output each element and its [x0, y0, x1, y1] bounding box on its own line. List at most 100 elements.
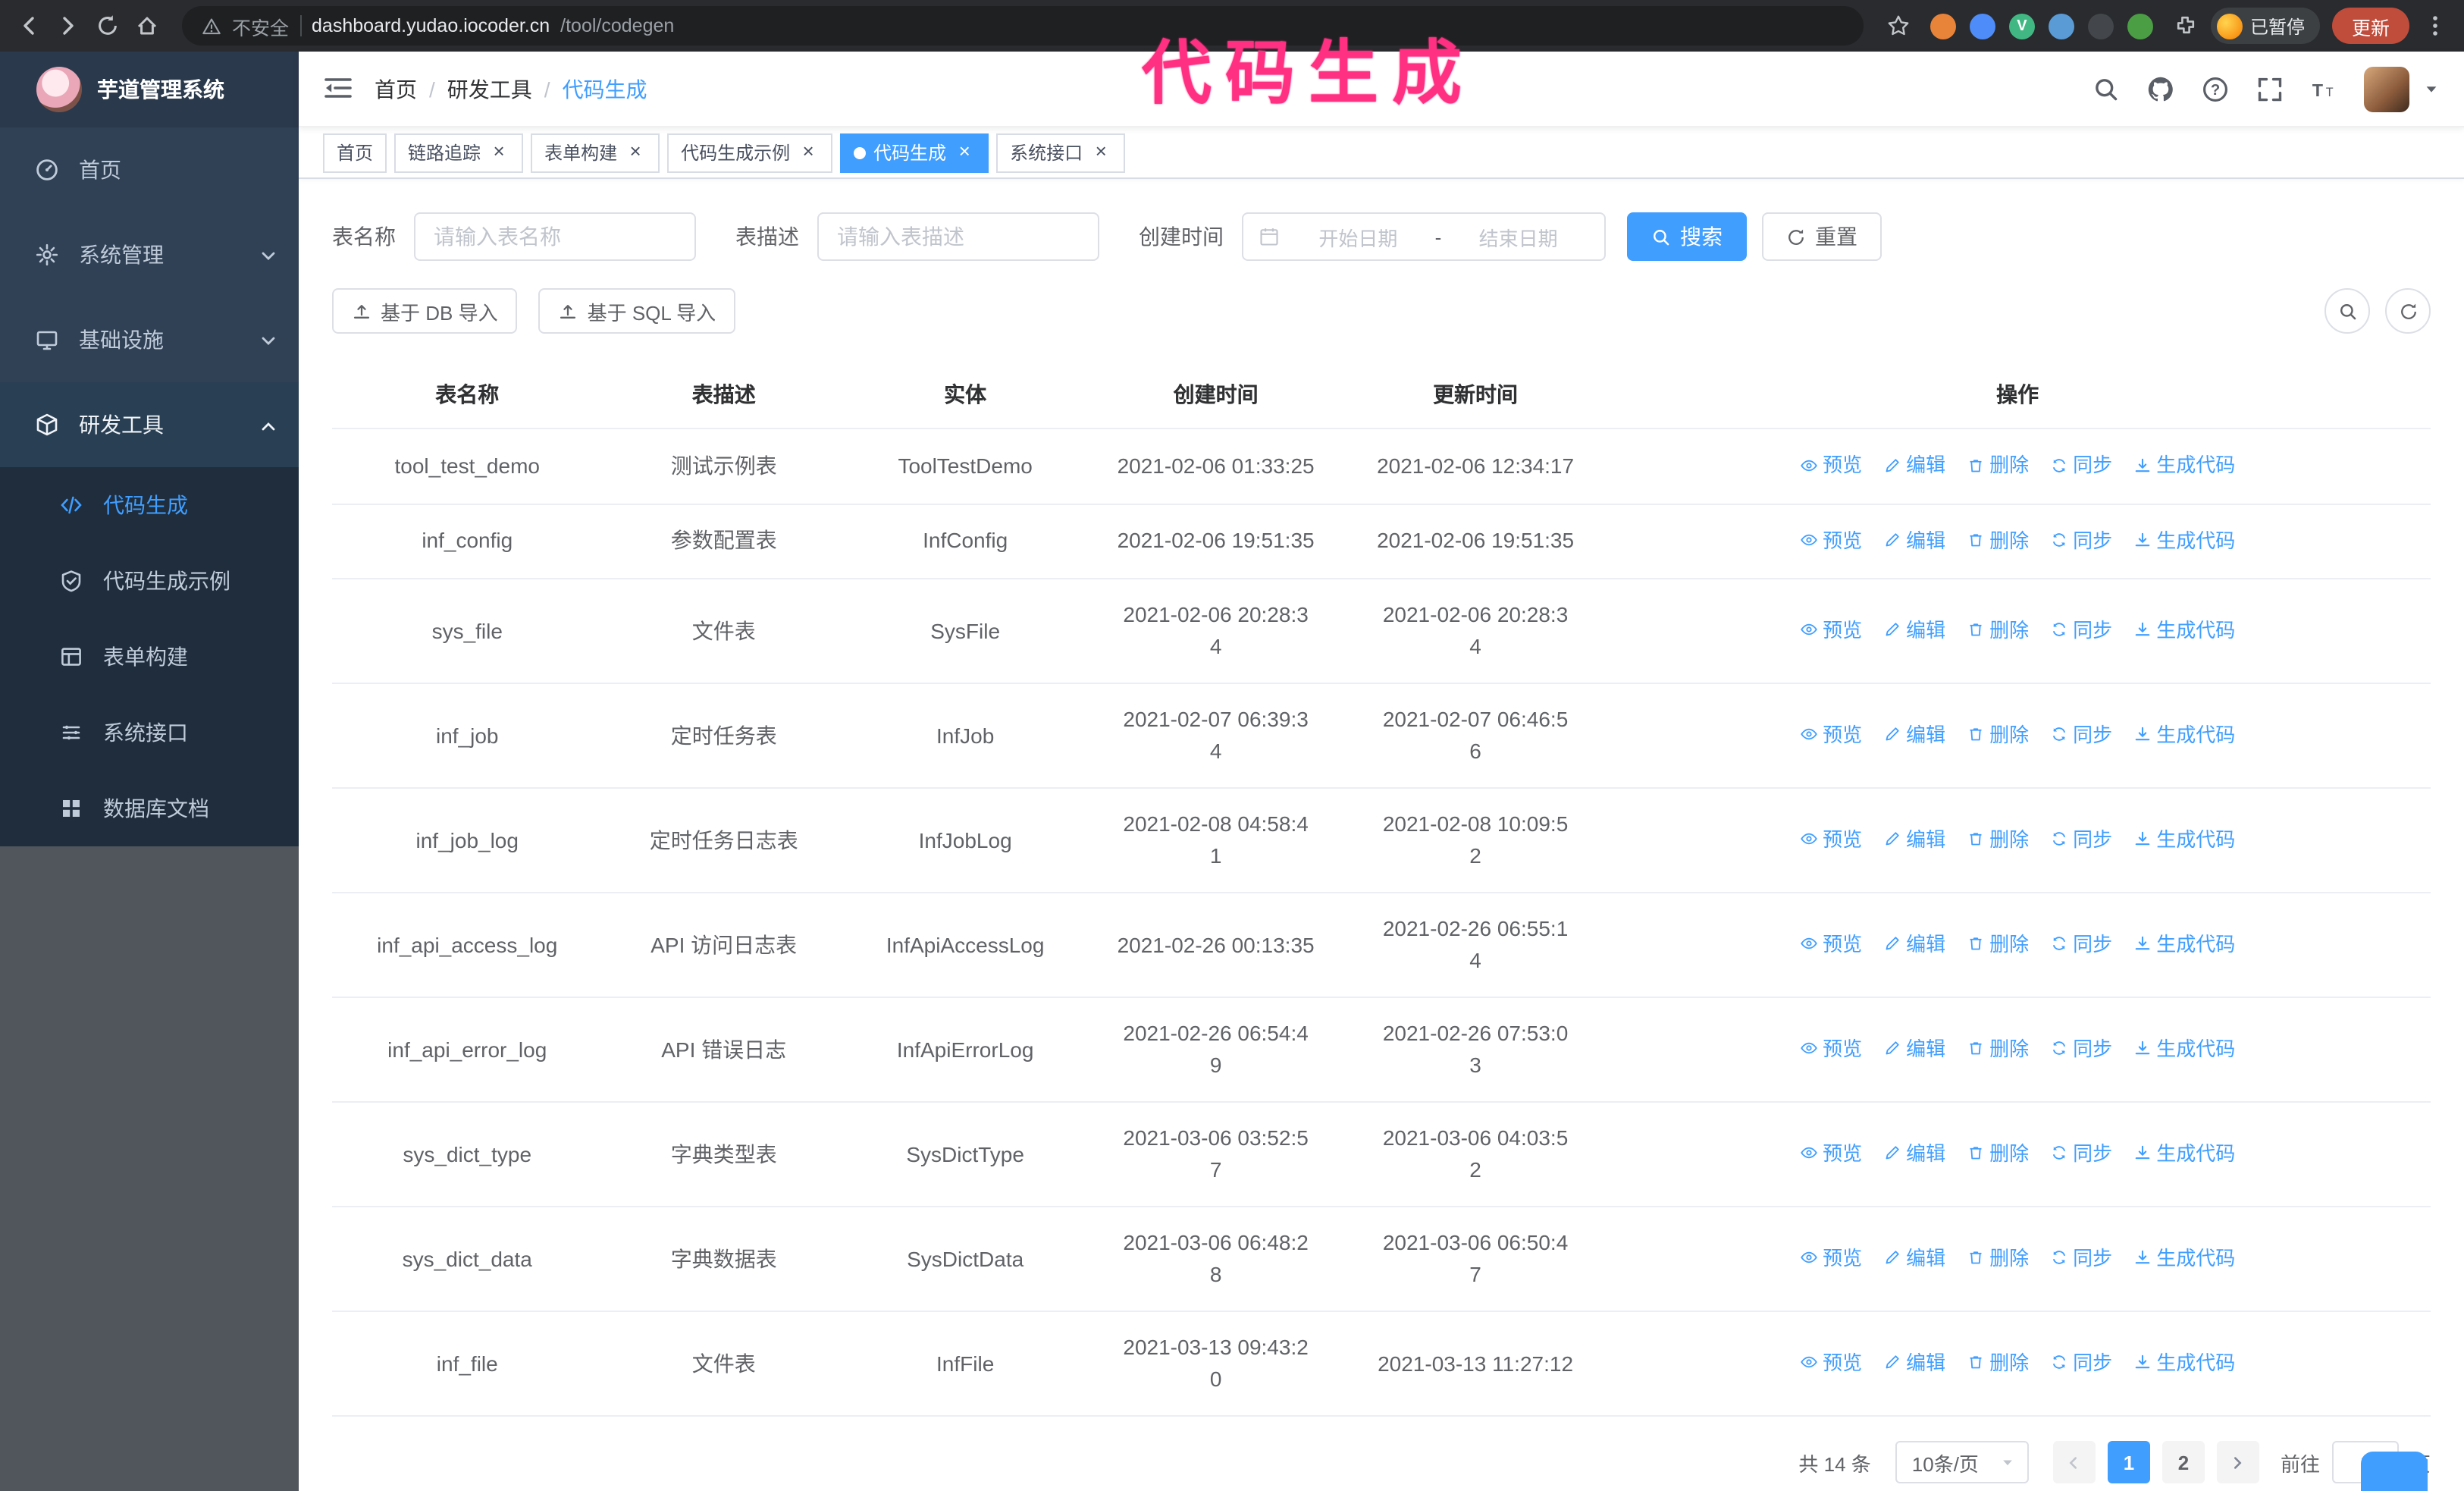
next-page-button[interactable] [2216, 1441, 2259, 1483]
create-time-range-picker[interactable]: 开始日期 - 结束日期 [1242, 212, 1606, 261]
sidebar-item-infra[interactable]: 基础设施 [0, 297, 299, 382]
action-delete-link[interactable]: 删除 [1967, 1347, 2029, 1379]
import-db-button[interactable]: 基于 DB 导入 [332, 288, 518, 334]
action-delete-link[interactable]: 删除 [1967, 614, 2029, 646]
action-edit-link[interactable]: 编辑 [1883, 1347, 1945, 1379]
action-generate-code-link[interactable]: 生成代码 [2133, 824, 2235, 855]
action-generate-code-link[interactable]: 生成代码 [2133, 524, 2235, 556]
action-preview-link[interactable]: 预览 [1800, 614, 1862, 646]
caret-down-icon[interactable] [2422, 74, 2440, 104]
import-sql-button[interactable]: 基于 SQL 导入 [538, 288, 736, 334]
tab-home[interactable]: 首页 [323, 133, 387, 172]
action-edit-link[interactable]: 编辑 [1883, 1138, 1945, 1169]
action-sync-link[interactable]: 同步 [2050, 524, 2112, 556]
action-sync-link[interactable]: 同步 [2050, 1033, 2112, 1065]
bookmark-star-icon[interactable] [1885, 12, 1912, 39]
sidebar-item-codegen-example[interactable]: 代码生成示例 [0, 543, 299, 619]
action-delete-link[interactable]: 删除 [1967, 449, 2029, 481]
action-delete-link[interactable]: 删除 [1967, 524, 2029, 556]
action-preview-link[interactable]: 预览 [1800, 524, 1862, 556]
tab-codegen-example[interactable]: 代码生成示例 × [667, 133, 833, 172]
user-avatar[interactable] [2364, 66, 2409, 111]
sidebar-item-home[interactable]: 首页 [0, 127, 299, 212]
sidebar-item-system[interactable]: 系统管理 [0, 212, 299, 297]
extension-blue-icon[interactable] [1969, 13, 1995, 39]
action-sync-link[interactable]: 同步 [2050, 928, 2112, 960]
sidebar-item-codegen[interactable]: 代码生成 [0, 467, 299, 543]
browser-update-button[interactable]: 更新 [2331, 8, 2409, 44]
page-2-button[interactable]: 2 [2161, 1441, 2205, 1483]
table-name-input[interactable] [414, 212, 696, 261]
breadcrumb-home[interactable]: 首页 [375, 74, 417, 104]
extension-orange-icon[interactable] [1930, 13, 1956, 39]
action-preview-link[interactable]: 预览 [1800, 719, 1862, 751]
action-delete-link[interactable]: 删除 [1967, 719, 2029, 751]
action-generate-code-link[interactable]: 生成代码 [2133, 1033, 2235, 1065]
page-1-button[interactable]: 1 [2107, 1441, 2150, 1483]
toggle-search-button[interactable] [2324, 288, 2370, 334]
close-icon[interactable]: × [954, 140, 975, 163]
close-icon[interactable]: × [798, 140, 819, 163]
font-size-icon[interactable]: TT [2309, 74, 2340, 104]
action-sync-link[interactable]: 同步 [2050, 1347, 2112, 1379]
sidebar-item-system-api[interactable]: 系统接口 [0, 695, 299, 771]
action-generate-code-link[interactable]: 生成代码 [2133, 614, 2235, 646]
sidebar-item-form-builder[interactable]: 表单构建 [0, 619, 299, 695]
extension-vue-devtools-icon[interactable]: V [2008, 13, 2035, 39]
tab-system-api[interactable]: 系统接口 × [996, 133, 1126, 172]
tab-codegen[interactable]: 代码生成 × [840, 133, 989, 172]
extension-green-icon[interactable] [2127, 13, 2153, 39]
action-edit-link[interactable]: 编辑 [1883, 719, 1945, 751]
action-sync-link[interactable]: 同步 [2050, 1138, 2112, 1169]
action-sync-link[interactable]: 同步 [2050, 719, 2112, 751]
table-desc-input[interactable] [817, 212, 1099, 261]
browser-menu-icon[interactable] [2422, 12, 2449, 39]
app-logo[interactable]: 芋道管理系统 [0, 52, 299, 127]
extensions-puzzle-icon[interactable] [2171, 12, 2199, 39]
github-icon[interactable] [2146, 74, 2176, 104]
action-delete-link[interactable]: 删除 [1967, 1033, 2029, 1065]
action-edit-link[interactable]: 编辑 [1883, 449, 1945, 481]
profile-paused-badge[interactable]: 已暂停 [2210, 8, 2320, 44]
forward-icon[interactable] [55, 12, 82, 39]
sidebar-item-dev-tools[interactable]: 研发工具 [0, 382, 299, 467]
action-sync-link[interactable]: 同步 [2050, 614, 2112, 646]
extension-dark-icon[interactable] [2087, 13, 2114, 39]
action-generate-code-link[interactable]: 生成代码 [2133, 1138, 2235, 1169]
action-delete-link[interactable]: 删除 [1967, 928, 2029, 960]
back-icon[interactable] [15, 12, 42, 39]
action-sync-link[interactable]: 同步 [2050, 824, 2112, 855]
action-edit-link[interactable]: 编辑 [1883, 614, 1945, 646]
close-icon[interactable]: × [488, 140, 509, 163]
close-icon[interactable]: × [625, 140, 646, 163]
search-button[interactable]: 搜索 [1627, 212, 1747, 261]
action-delete-link[interactable]: 删除 [1967, 1138, 2029, 1169]
action-edit-link[interactable]: 编辑 [1883, 928, 1945, 960]
address-bar[interactable]: 不安全 dashboard.yudao.iocoder.cn/tool/code… [182, 6, 1864, 46]
prev-page-button[interactable] [2052, 1441, 2096, 1483]
action-generate-code-link[interactable]: 生成代码 [2133, 719, 2235, 751]
action-preview-link[interactable]: 预览 [1800, 449, 1862, 481]
action-preview-link[interactable]: 预览 [1800, 1033, 1862, 1065]
action-generate-code-link[interactable]: 生成代码 [2133, 928, 2235, 960]
help-icon[interactable]: ? [2200, 74, 2230, 104]
action-edit-link[interactable]: 编辑 [1883, 1033, 1945, 1065]
action-preview-link[interactable]: 预览 [1800, 824, 1862, 855]
action-preview-link[interactable]: 预览 [1800, 1242, 1862, 1274]
action-generate-code-link[interactable]: 生成代码 [2133, 449, 2235, 481]
action-edit-link[interactable]: 编辑 [1883, 1242, 1945, 1274]
close-icon[interactable]: × [1090, 140, 1111, 163]
fullscreen-icon[interactable] [2255, 74, 2285, 104]
action-sync-link[interactable]: 同步 [2050, 449, 2112, 481]
action-preview-link[interactable]: 预览 [1800, 1138, 1862, 1169]
action-generate-code-link[interactable]: 生成代码 [2133, 1242, 2235, 1274]
extension-people-icon[interactable] [2048, 13, 2074, 39]
refresh-table-button[interactable] [2385, 288, 2431, 334]
sidebar-toggle-icon[interactable] [323, 74, 353, 104]
home-icon[interactable] [133, 12, 161, 39]
action-sync-link[interactable]: 同步 [2050, 1242, 2112, 1274]
reset-button[interactable]: 重置 [1762, 212, 1882, 261]
action-preview-link[interactable]: 预览 [1800, 1347, 1862, 1379]
breadcrumb-dev-tools[interactable]: 研发工具 [447, 74, 532, 104]
tab-form-builder[interactable]: 表单构建 × [531, 133, 660, 172]
